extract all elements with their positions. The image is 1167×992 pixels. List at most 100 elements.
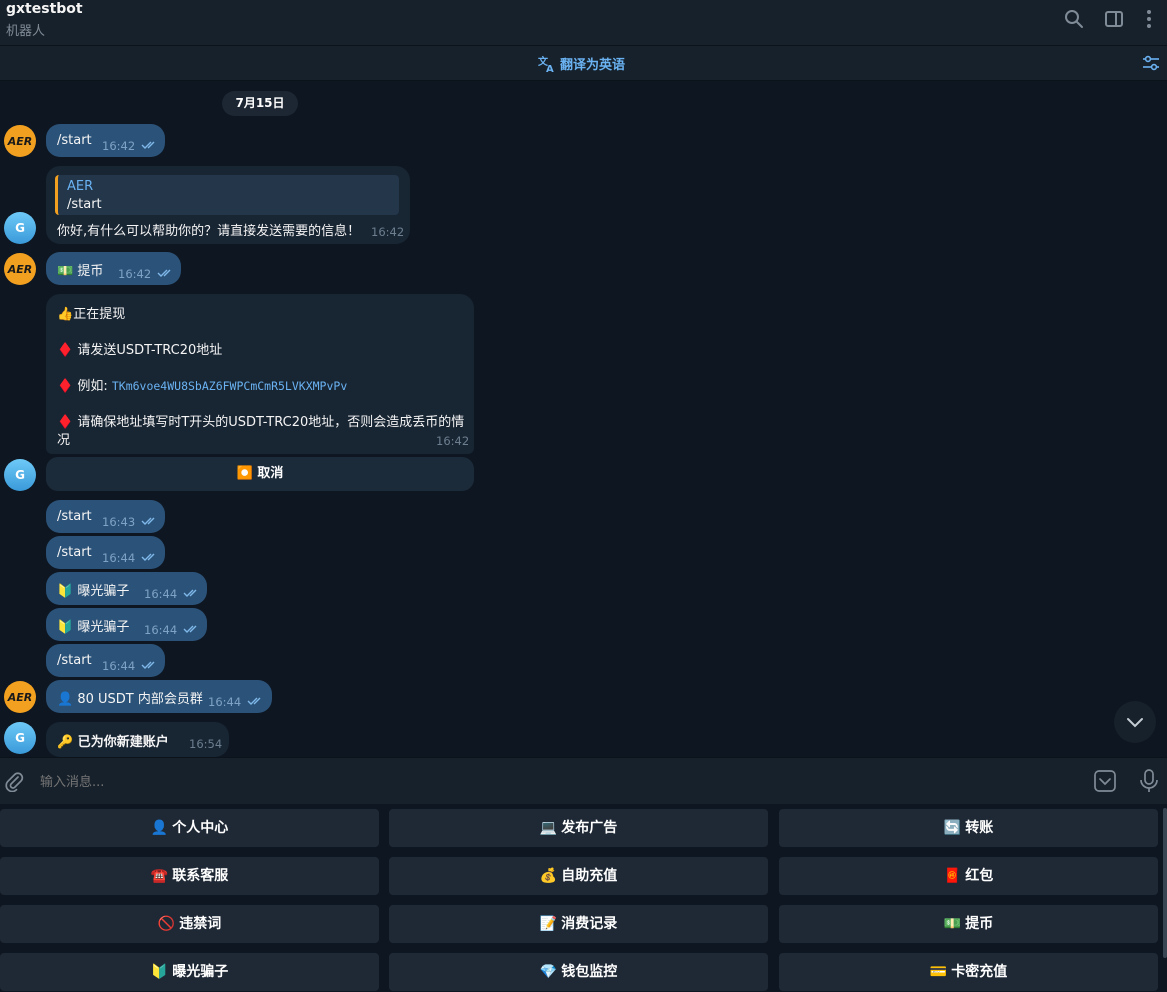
key-label: 红包: [965, 868, 994, 884]
memo-icon: 📝: [539, 916, 558, 932]
avatar-aer[interactable]: AER: [4, 681, 36, 713]
message-line: 况: [57, 433, 71, 448]
double-check-icon: [141, 141, 155, 149]
money-icon: 💵: [943, 916, 962, 932]
message-input[interactable]: [30, 767, 1082, 797]
avatar-aer[interactable]: AER: [4, 125, 36, 157]
message-time: 16:44: [144, 587, 178, 601]
chat-subtitle: 机器人: [6, 24, 46, 39]
quote-text: /start: [67, 197, 102, 212]
thumbs-up-icon: 👍: [57, 307, 74, 322]
message-time: 16:44: [102, 659, 136, 673]
key-red-packet[interactable]: 🧧 红包: [779, 857, 1158, 895]
message-outgoing[interactable]: /start 16:44: [46, 536, 165, 569]
key-label: 转账: [965, 820, 994, 836]
message-outgoing[interactable]: /start 16:44: [46, 644, 165, 677]
key-contact-support[interactable]: ☎️ 联系客服: [0, 857, 379, 895]
message-list[interactable]: 7月15日 AER /start 16:42 AER /start 你好,有什么…: [0, 81, 1167, 757]
message-time: 16:42: [102, 139, 136, 153]
user-icon: 👤: [150, 820, 169, 836]
message-text: /start: [57, 133, 92, 148]
message-time: 16:54: [189, 737, 223, 751]
prohibited-icon: 🚫: [157, 916, 176, 932]
message-text: 你好,有什么可以帮助你的？请直接发送需要的信息！: [57, 224, 361, 239]
diamond-icon: ♦️: [57, 343, 74, 358]
message-text: 已为你新建账户: [77, 735, 169, 750]
double-check-icon: [183, 589, 197, 597]
avatar-aer[interactable]: AER: [4, 253, 36, 285]
double-check-icon: [141, 661, 155, 669]
key-label: 钱包监控: [561, 964, 618, 980]
key-transfer[interactable]: 🔄 转账: [779, 809, 1158, 847]
message-outgoing[interactable]: 👤 80 USDT 内部会员群 16:44: [46, 680, 272, 713]
double-check-icon: [247, 697, 261, 705]
key-post-ad[interactable]: 💻 发布广告: [389, 809, 768, 847]
message-outgoing[interactable]: 🔰 曝光骗子 16:44: [46, 572, 207, 605]
key-expose-scammer[interactable]: 🔰 曝光骗子: [0, 953, 379, 991]
message-incoming[interactable]: AER /start 你好,有什么可以帮助你的？请直接发送需要的信息！ 16:4…: [46, 166, 410, 244]
message-time: 16:42: [436, 434, 470, 448]
chat-title[interactable]: gxtestbot: [6, 1, 83, 17]
key-label: 卡密充值: [951, 964, 1008, 980]
avatar-bot[interactable]: G: [4, 212, 36, 244]
double-check-icon: [141, 553, 155, 561]
reply-quote[interactable]: AER /start: [55, 175, 399, 215]
message-time: 16:44: [102, 551, 136, 565]
message-outgoing[interactable]: /start 16:43: [46, 500, 165, 533]
money-icon: 💵: [57, 264, 74, 279]
message-line: 例如:: [77, 379, 112, 394]
key-label: 个人中心: [172, 820, 229, 836]
message-outgoing[interactable]: 💵 提币 16:42: [46, 252, 181, 285]
date-separator: 7月15日: [222, 91, 298, 116]
microphone-icon[interactable]: [1138, 769, 1160, 793]
message-text: 曝光骗子: [77, 584, 130, 599]
key-card-recharge[interactable]: 💳 卡密充值: [779, 953, 1158, 991]
chevron-down-icon: [1127, 718, 1143, 728]
key-label: 违禁词: [179, 916, 222, 932]
beginner-icon: 🔰: [150, 964, 169, 980]
translate-button[interactable]: 文 A 翻译为英语: [538, 54, 626, 74]
message-time: 16:42: [371, 225, 405, 239]
translate-label: 翻译为英语: [560, 58, 626, 73]
cancel-inline-button[interactable]: ⏺️ 取消: [46, 457, 474, 491]
button-label: 取消: [257, 466, 284, 481]
key-banned-words[interactable]: 🚫 违禁词: [0, 905, 379, 943]
key-label: 提币: [965, 916, 994, 932]
message-outgoing[interactable]: /start 16:42: [46, 124, 165, 157]
key-self-recharge[interactable]: 💰 自助充值: [389, 857, 768, 895]
record-icon: ⏺️: [236, 466, 253, 481]
avatar-bot[interactable]: G: [4, 722, 36, 754]
message-text: 提币: [77, 264, 104, 279]
key-wallet-monitor[interactable]: 💎 钱包监控: [389, 953, 768, 991]
beginner-icon: 🔰: [57, 620, 74, 635]
more-options-icon[interactable]: [1138, 8, 1160, 30]
key-withdraw[interactable]: 💵 提币: [779, 905, 1158, 943]
beginner-icon: 🔰: [57, 584, 74, 599]
user-icon: 👤: [57, 692, 74, 707]
key-personal-center[interactable]: 👤 个人中心: [0, 809, 379, 847]
keyboard-scrollbar[interactable]: [1163, 808, 1167, 958]
message-text: /start: [57, 509, 92, 524]
scroll-down-button[interactable]: [1114, 701, 1156, 743]
translate-bar: 文 A 翻译为英语: [0, 46, 1167, 81]
telephone-icon: ☎️: [150, 868, 169, 884]
message-text: /start: [57, 653, 92, 668]
sidebar-toggle-icon[interactable]: [1103, 8, 1125, 30]
search-icon[interactable]: [1063, 8, 1085, 30]
avatar-bot[interactable]: G: [4, 459, 36, 491]
double-check-icon: [183, 625, 197, 633]
bot-reply-keyboard: 👤 个人中心 💻 发布广告 🔄 转账 ☎️ 联系客服 💰 自助充值 🧧 红包 🚫 违禁词 📝 消…: [0, 804, 1167, 992]
message-outgoing[interactable]: 🔰 曝光骗子 16:44: [46, 608, 207, 641]
bot-keyboard-icon[interactable]: [1094, 770, 1116, 792]
diamond-icon: ♦️: [57, 379, 74, 394]
message-incoming[interactable]: 👍正在提现 ♦️ 请发送USDT-TRC20地址 ♦️ 例如: TKm6voe4…: [46, 294, 474, 454]
attach-icon[interactable]: [3, 770, 25, 792]
gem-icon: 💎: [539, 964, 558, 980]
example-address[interactable]: TKm6voe4WU8SbAZ6FWPCmCmR5LVKXMPvPv: [112, 379, 347, 393]
double-check-icon: [141, 517, 155, 525]
message-line: 正在提现: [73, 307, 126, 322]
key-label: 发布广告: [561, 820, 618, 836]
message-incoming[interactable]: 🔑 已为你新建账户 16:54: [46, 722, 229, 757]
key-spending-records[interactable]: 📝 消费记录: [389, 905, 768, 943]
translate-settings-icon[interactable]: [1141, 53, 1161, 73]
